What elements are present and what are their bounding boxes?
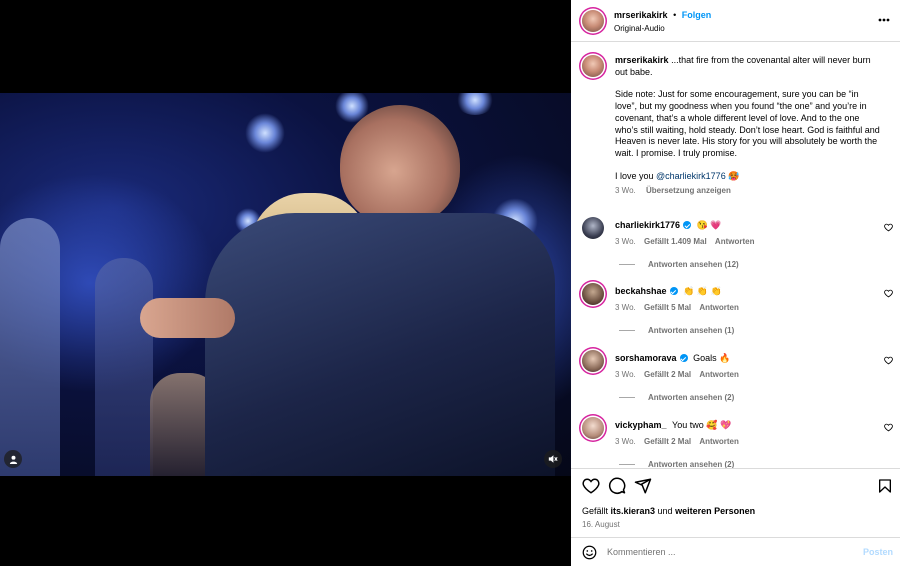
comment-meta: 3 Wo. Gefällt 2 Mal Antworten (615, 437, 745, 446)
comment-body: Goals 🔥 (693, 353, 731, 363)
post-photo[interactable] (0, 93, 571, 476)
view-replies-button[interactable]: Antworten ansehen (12) (619, 260, 739, 269)
post-button[interactable]: Posten (863, 547, 893, 557)
comment-username[interactable]: charliekirk1776 (615, 220, 680, 230)
view-replies-button[interactable]: Antworten ansehen (1) (619, 326, 734, 335)
comment-username[interactable]: sorshamorava (615, 353, 677, 363)
post-actions: Gefällt its.kieran3 und weiteren Persone… (571, 468, 900, 536)
view-replies-button[interactable]: Antworten ansehen (2) (619, 393, 734, 402)
more-horizontal-icon[interactable] (878, 18, 890, 22)
comment-likes[interactable]: Gefällt 1.409 Mal (644, 237, 707, 246)
likes-prefix: Gefällt (582, 506, 611, 516)
header-username[interactable]: mrserikakirk (614, 10, 668, 20)
likes-middle: und (655, 506, 676, 516)
caption-paragraph: Side note: Just for some encouragement, … (615, 89, 880, 158)
heart-icon[interactable] (884, 423, 893, 432)
verified-badge-icon (683, 221, 692, 229)
instagram-post-viewer: mrserikakirk • Folgen Original-Audio mrs… (0, 0, 900, 566)
heart-icon[interactable] (884, 289, 893, 298)
comments-scroll-area[interactable]: mrserikakirk ...that fire from the coven… (571, 43, 900, 468)
comment-likes[interactable]: Gefällt 2 Mal (644, 370, 691, 379)
media-area (0, 0, 571, 566)
caption-mention-link[interactable]: @charliekirk1776 (656, 171, 726, 181)
view-replies-label[interactable]: Antworten ansehen (12) (648, 260, 739, 269)
translate-button[interactable]: Übersetzung anzeigen (646, 186, 731, 195)
replies-divider (619, 264, 635, 265)
tagged-users-button[interactable] (4, 450, 22, 468)
comment-text: charliekirk1776 😘 💗 (615, 220, 722, 231)
post-side-panel: mrserikakirk • Folgen Original-Audio mrs… (571, 0, 900, 566)
bookmark-icon[interactable] (877, 477, 893, 495)
reply-button[interactable]: Antworten (699, 437, 739, 446)
share-icon[interactable] (634, 477, 652, 495)
reply-button[interactable]: Antworten (699, 303, 739, 312)
heart-icon[interactable] (884, 223, 893, 232)
comment-text: vickypham_ You two 🥰 💖 (615, 420, 731, 431)
comment-likes[interactable]: Gefällt 5 Mal (644, 303, 691, 312)
caption-emoji: 🥵 (725, 170, 740, 181)
view-replies-label[interactable]: Antworten ansehen (2) (648, 393, 734, 402)
comment-time: 3 Wo. (615, 237, 636, 246)
replies-divider (619, 330, 635, 331)
comment-composer: Posten (571, 537, 900, 566)
comment-meta: 3 Wo. Gefällt 2 Mal Antworten (615, 370, 745, 379)
verified-badge-icon (679, 354, 688, 362)
verified-badge-icon (669, 287, 678, 295)
likes-others-link[interactable]: weiteren Personen (675, 506, 755, 516)
heart-icon[interactable] (884, 356, 893, 365)
comment-time: 3 Wo. (615, 303, 636, 312)
caption: mrserikakirk ...that fire from the coven… (615, 55, 883, 197)
caption-love-text: I love you (615, 170, 657, 181)
follow-button[interactable]: Folgen (682, 10, 712, 20)
emoji-icon[interactable] (582, 545, 597, 560)
commenter-avatar[interactable] (582, 283, 604, 305)
view-replies-label[interactable]: Antworten ansehen (2) (648, 460, 734, 468)
commenter-avatar[interactable] (582, 217, 604, 239)
comment-time: 3 Wo. (615, 437, 636, 446)
comment-text: beckahshae 👏 👏 👏 (615, 286, 722, 297)
comment-input[interactable] (607, 545, 847, 559)
person-icon (9, 455, 17, 464)
commenter-avatar[interactable] (582, 350, 604, 372)
comment-likes[interactable]: Gefällt 2 Mal (644, 437, 691, 446)
mute-button[interactable] (544, 450, 562, 468)
header-separator: • (673, 10, 677, 20)
comment-body: You two 🥰 💖 (672, 420, 732, 430)
comment-time: 3 Wo. (615, 370, 636, 379)
caption-time: 3 Wo. (615, 186, 636, 196)
commenter-avatar[interactable] (582, 417, 604, 439)
heart-icon[interactable] (582, 477, 600, 495)
comment-meta: 3 Wo. Gefällt 5 Mal Antworten (615, 303, 745, 312)
comment-username[interactable]: beckahshae (615, 286, 667, 296)
muted-speaker-icon (548, 455, 558, 463)
avatar[interactable] (582, 10, 604, 32)
view-replies-button[interactable]: Antworten ansehen (2) (619, 460, 734, 468)
comment-username[interactable]: vickypham_ (615, 420, 667, 430)
comment-icon[interactable] (608, 477, 626, 495)
audio-label[interactable]: Original-Audio (614, 24, 665, 33)
reply-button[interactable]: Antworten (715, 237, 755, 246)
post-header: mrserikakirk • Folgen Original-Audio (571, 0, 900, 42)
liked-by-username[interactable]: its.kieran3 (611, 506, 656, 516)
comment-meta: 3 Wo. Gefällt 1.409 Mal Antworten (615, 237, 760, 246)
likes-summary: Gefällt its.kieran3 und weiteren Persone… (582, 506, 755, 516)
comment-body: 😘 💗 (696, 220, 722, 230)
caption-username[interactable]: mrserikakirk (615, 55, 669, 65)
post-date[interactable]: 16. August (582, 520, 620, 529)
comment-body: 👏 👏 👏 (683, 286, 722, 296)
replies-divider (619, 397, 635, 398)
view-replies-label[interactable]: Antworten ansehen (1) (648, 326, 734, 335)
caption-avatar[interactable] (582, 55, 604, 77)
comment-text: sorshamorava Goals 🔥 (615, 353, 730, 364)
caption-meta: 3 Wo. Übersetzung anzeigen (615, 185, 883, 197)
reply-button[interactable]: Antworten (699, 370, 739, 379)
replies-divider (619, 464, 635, 465)
